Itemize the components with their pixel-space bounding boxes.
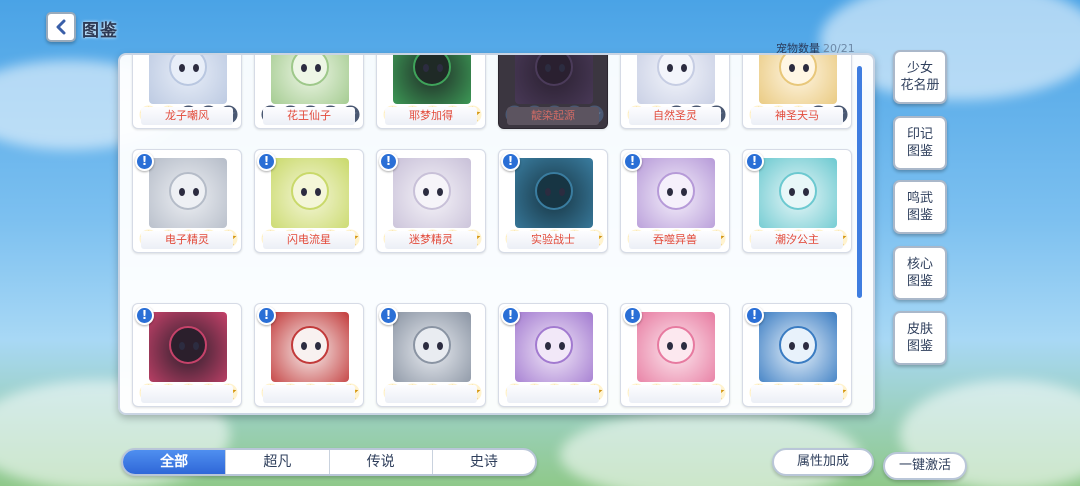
alert-icon: ! — [379, 152, 398, 171]
pet-name: 花王仙子 — [263, 107, 355, 125]
pet-card[interactable]: ! 潮汐公主 — [742, 149, 852, 253]
side-button-label: 图鉴 — [906, 274, 933, 289]
alert-icon: ! — [135, 306, 154, 325]
side-button-label: 少女 — [906, 61, 933, 76]
collection-panel: 龙子嘲风 花王仙子 耶梦加得 靛染起源 自然圣灵 神圣天马 ! 电子精灵 ! 闪… — [118, 53, 875, 415]
rarity-tabs: 全部 超凡 传说 史诗 — [121, 448, 537, 476]
pink-hair-girl-art — [637, 312, 715, 382]
pet-card[interactable]: ! — [620, 303, 730, 407]
alert-icon: ! — [257, 306, 276, 325]
pet-name: 吞噬异兽 — [629, 231, 721, 249]
alert-icon: ! — [745, 306, 764, 325]
pet-card[interactable]: ! — [254, 303, 364, 407]
pet-name — [385, 385, 477, 403]
pet-card[interactable]: 靛染起源 — [498, 55, 608, 129]
pet-card[interactable]: 花王仙子 — [254, 55, 364, 129]
serpent-art — [393, 55, 471, 104]
purple-hair-girl-art — [515, 312, 593, 382]
nature-spirit-art — [637, 55, 715, 104]
tab-all[interactable]: 全部 — [123, 450, 227, 474]
alert-icon: ! — [745, 152, 764, 171]
side-button-label: 图鉴 — [906, 339, 933, 354]
dream-creature-art — [393, 158, 471, 228]
page-title: 图鉴 — [82, 21, 118, 41]
pet-card[interactable]: ! 实验战士 — [498, 149, 608, 253]
pet-card[interactable]: 龙子嘲风 — [132, 55, 242, 129]
flower-fairy-art — [271, 55, 349, 104]
pet-name: 闪电流星 — [263, 231, 355, 249]
tab-epic[interactable]: 史诗 — [433, 450, 535, 474]
devourer-beast-art — [637, 158, 715, 228]
pet-name: 龙子嘲风 — [141, 107, 233, 125]
tab-legendary[interactable]: 传说 — [330, 450, 433, 474]
alert-icon: ! — [623, 152, 642, 171]
mark-collection-button[interactable]: 印记 图鉴 — [893, 116, 947, 170]
pet-name — [507, 385, 599, 403]
pet-card[interactable]: ! 电子精灵 — [132, 149, 242, 253]
pet-card[interactable]: 耶梦加得 — [376, 55, 486, 129]
tide-princess-art — [759, 158, 837, 228]
activate-all-button[interactable]: 一键激活 — [883, 452, 967, 480]
tab-transcendent[interactable]: 超凡 — [226, 450, 330, 474]
pet-name: 神圣天马 — [751, 107, 843, 125]
chevron-left-icon — [56, 19, 66, 35]
alert-icon: ! — [257, 152, 276, 171]
weapon-collection-button[interactable]: 鸣武 图鉴 — [893, 180, 947, 234]
side-button-label: 核心 — [906, 257, 933, 272]
pet-name: 自然圣灵 — [629, 107, 721, 125]
alert-icon: ! — [135, 152, 154, 171]
dark-girl-art — [149, 312, 227, 382]
white-hair-girl-art — [271, 312, 349, 382]
robot-headphones-art — [149, 158, 227, 228]
alert-icon: ! — [379, 306, 398, 325]
back-button[interactable] — [46, 12, 76, 42]
pet-name — [263, 385, 355, 403]
pet-card[interactable]: ! — [742, 303, 852, 407]
side-button-label: 皮肤 — [906, 322, 933, 337]
pet-card[interactable]: ! — [376, 303, 486, 407]
mech-art — [393, 312, 471, 382]
lightning-cat-art — [271, 158, 349, 228]
pet-card[interactable]: ! — [132, 303, 242, 407]
pet-name — [629, 385, 721, 403]
pet-name — [751, 385, 843, 403]
core-collection-button[interactable]: 核心 图鉴 — [893, 246, 947, 300]
dark-warrior-art — [515, 158, 593, 228]
peacock-art — [759, 312, 837, 382]
pet-card[interactable]: ! 闪电流星 — [254, 149, 364, 253]
pet-name: 潮汐公主 — [751, 231, 843, 249]
pet-name: 电子精灵 — [141, 231, 233, 249]
alert-icon: ! — [623, 306, 642, 325]
side-button-label: 花名册 — [900, 78, 940, 93]
pet-name — [141, 385, 233, 403]
pet-card[interactable]: 神圣天马 — [742, 55, 852, 129]
pet-name: 耶梦加得 — [385, 107, 477, 125]
pet-name: 实验战士 — [507, 231, 599, 249]
pet-card[interactable]: ! 吞噬异兽 — [620, 149, 730, 253]
shadow-art — [515, 55, 593, 104]
pet-card[interactable]: 自然圣灵 — [620, 55, 730, 129]
side-button-label: 图鉴 — [906, 208, 933, 223]
girl-roster-button[interactable]: 少女 花名册 — [893, 50, 947, 104]
attribute-bonus-button[interactable]: 属性加成 — [772, 448, 874, 476]
alert-icon: ! — [501, 306, 520, 325]
alert-icon: ! — [501, 152, 520, 171]
dragon-art — [149, 55, 227, 104]
pet-card[interactable]: ! — [498, 303, 608, 407]
scrollbar[interactable] — [857, 66, 862, 298]
pet-card[interactable]: ! 迷梦精灵 — [376, 149, 486, 253]
pet-name: 靛染起源 — [507, 107, 599, 125]
skin-collection-button[interactable]: 皮肤 图鉴 — [893, 311, 947, 365]
pegasus-art — [759, 55, 837, 104]
pet-name: 迷梦精灵 — [385, 231, 477, 249]
side-button-label: 图鉴 — [906, 144, 933, 159]
side-button-label: 鸣武 — [906, 191, 933, 206]
side-button-label: 印记 — [906, 127, 933, 142]
